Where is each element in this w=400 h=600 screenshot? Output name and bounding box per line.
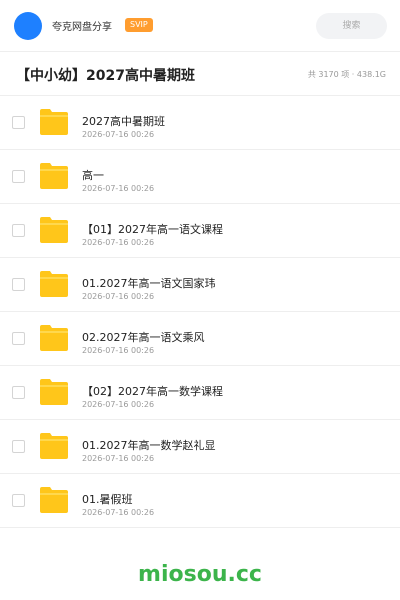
list-item[interactable]: 高一 2026-07-16 00:26 <box>0 150 400 204</box>
checkbox[interactable] <box>12 494 25 507</box>
file-date: 2026-07-16 00:26 <box>82 130 155 139</box>
folder-icon <box>40 271 68 297</box>
list-item[interactable]: 01.2027年高一数学赵礼显 2026-07-16 00:26 <box>0 420 400 474</box>
list-item[interactable]: 01.2027年高一语文国家玮 2026-07-16 00:26 <box>0 258 400 312</box>
list-item[interactable]: 【02】2027年高一数学课程 2026-07-16 00:26 <box>0 366 400 420</box>
search-input[interactable]: 搜索 <box>316 13 387 39</box>
folder-icon <box>40 325 68 351</box>
folder-icon <box>40 379 68 405</box>
file-date: 2026-07-16 00:26 <box>82 400 155 409</box>
checkbox[interactable] <box>12 440 25 453</box>
checkbox[interactable] <box>12 278 25 291</box>
watermark: miosou.cc <box>138 562 262 587</box>
file-list: 2027高中暑期班 2026-07-16 00:26 高一 2026-07-16… <box>0 96 400 528</box>
folder-icon <box>40 217 68 243</box>
file-name: 01.2027年高一数学赵礼显 <box>82 439 216 452</box>
file-name: 01.暑假班 <box>82 493 133 506</box>
file-name: 02.2027年高一语文乘风 <box>82 331 205 344</box>
checkbox[interactable] <box>12 116 25 129</box>
page-title: 【中小幼】2027高中暑期班 <box>16 68 195 84</box>
page: 夸克网盘分享 SVIP 搜索 【中小幼】2027高中暑期班 共 3170 项 ·… <box>0 0 400 600</box>
list-item[interactable]: 01.暑假班 2026-07-16 00:26 <box>0 474 400 528</box>
folder-icon <box>40 487 68 513</box>
app-name: 夸克网盘分享 <box>52 22 112 33</box>
folder-icon <box>40 109 68 135</box>
folder-icon <box>40 433 68 459</box>
file-date: 2026-07-16 00:26 <box>82 346 155 355</box>
file-date: 2026-07-16 00:26 <box>82 454 155 463</box>
file-date: 2026-07-16 00:26 <box>82 292 155 301</box>
folder-icon <box>40 163 68 189</box>
list-item[interactable]: 2027高中暑期班 2026-07-16 00:26 <box>0 96 400 150</box>
checkbox[interactable] <box>12 170 25 183</box>
folder-meta: 共 3170 项 · 438.1G <box>307 70 386 79</box>
checkbox[interactable] <box>12 386 25 399</box>
file-name: 【01】2027年高一语文课程 <box>82 223 223 236</box>
checkbox[interactable] <box>12 224 25 237</box>
svip-badge[interactable]: SVIP <box>125 18 153 32</box>
file-date: 2026-07-16 00:26 <box>82 238 155 247</box>
folder-title-row: 【中小幼】2027高中暑期班 共 3170 项 · 438.1G <box>0 52 400 96</box>
file-date: 2026-07-16 00:26 <box>82 508 155 517</box>
avatar[interactable] <box>14 12 42 40</box>
file-name: 01.2027年高一语文国家玮 <box>82 277 216 290</box>
file-name: 高一 <box>82 169 104 182</box>
header: 夸克网盘分享 SVIP 搜索 <box>0 0 400 52</box>
checkbox[interactable] <box>12 332 25 345</box>
file-name: 【02】2027年高一数学课程 <box>82 385 223 398</box>
list-item[interactable]: 【01】2027年高一语文课程 2026-07-16 00:26 <box>0 204 400 258</box>
list-item[interactable]: 02.2027年高一语文乘风 2026-07-16 00:26 <box>0 312 400 366</box>
file-name: 2027高中暑期班 <box>82 115 165 128</box>
file-date: 2026-07-16 00:26 <box>82 184 155 193</box>
